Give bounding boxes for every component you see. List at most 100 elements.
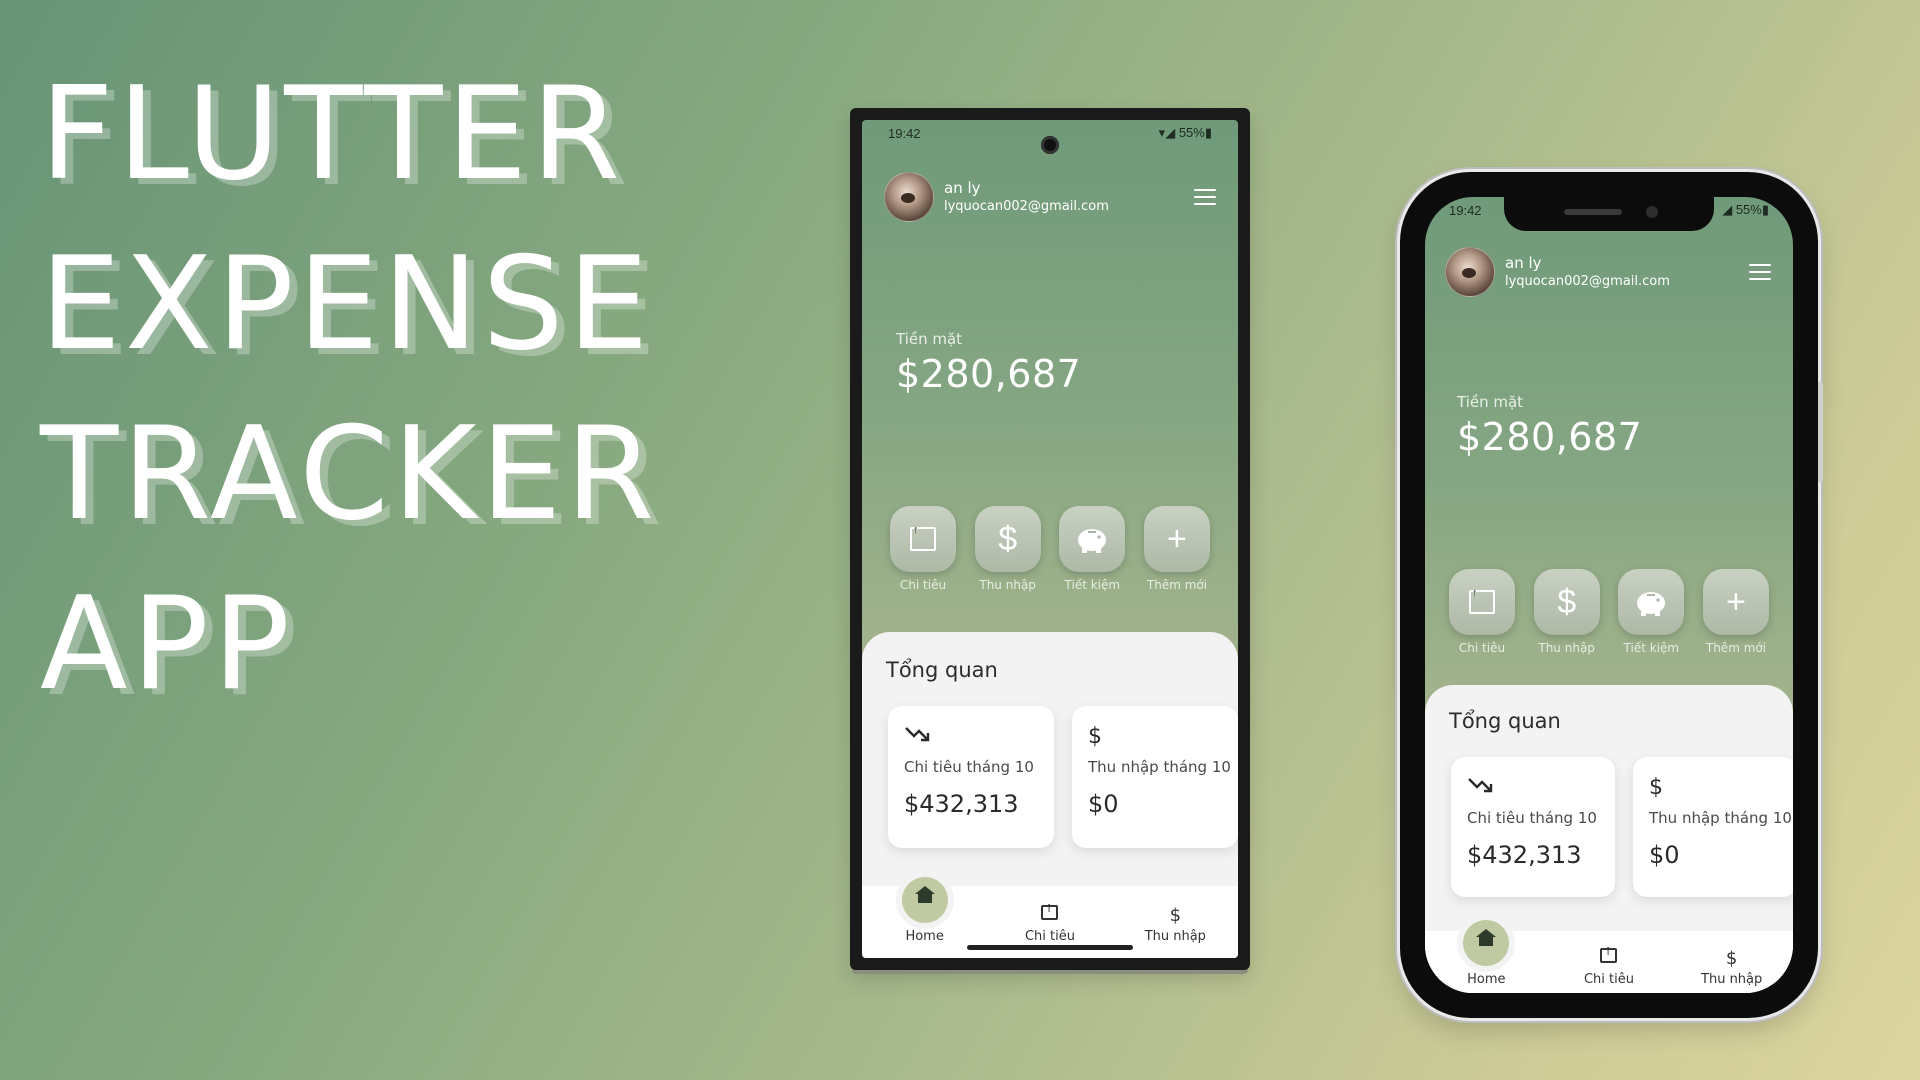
overview-panel: Tổng quan Chi tiêu tháng 10 $432,313 $ T… — [862, 632, 1238, 958]
menu-icon[interactable] — [1194, 189, 1216, 205]
balance-label: Tiền mặt — [896, 330, 963, 348]
hero-title-line: EXPENSE — [40, 230, 653, 379]
action-savings[interactable]: Tiết kiệm — [1616, 569, 1686, 655]
home-indicator[interactable] — [967, 945, 1133, 950]
user-info: an ly lyquocan002@gmail.com — [944, 178, 1109, 216]
app-screen: 19:42 ◢ 55%▮ an ly lyquocan002@gmail.com… — [1425, 197, 1793, 993]
action-savings[interactable]: Tiết kiệm — [1057, 506, 1127, 592]
status-battery: ▾◢ 55%▮ — [1158, 125, 1212, 140]
nav-label: Chi tiêu — [1583, 972, 1634, 987]
bottom-nav: Home Chi tiêu $ Thu nhập — [1425, 920, 1793, 993]
action-label: Thu nhập — [1538, 641, 1595, 655]
card-label: Chi tiêu tháng 10 — [1467, 809, 1597, 827]
action-label: Chi tiêu — [899, 578, 947, 592]
overview-panel: Tổng quan Chi tiêu tháng 10 $432,313 $ T… — [1425, 685, 1793, 993]
card-label: Thu nhập tháng 10 — [1088, 758, 1231, 776]
card-label: Chi tiêu tháng 10 — [904, 758, 1034, 776]
action-expense[interactable]: Chi tiêu — [1447, 569, 1517, 655]
status-time: 19:42 — [1449, 202, 1482, 218]
user-email: lyquocan002@gmail.com — [1505, 274, 1670, 289]
card-value: $0 — [1649, 841, 1680, 869]
nav-item-expense[interactable]: Chi tiêu — [1000, 902, 1100, 944]
plus-icon: + — [1143, 506, 1210, 572]
action-label: Chi tiêu — [1458, 641, 1506, 655]
hero-title: FLUTTER EXPENSE TRACKER APP — [40, 50, 658, 730]
side-button — [1818, 382, 1823, 482]
nav-label: Thu nhập — [1144, 929, 1206, 944]
nav-label: Chi tiêu — [1024, 929, 1075, 944]
trending-down-icon — [1467, 775, 1599, 805]
piggy-bank-icon — [1059, 506, 1126, 572]
nav-label: Thu nhập — [1701, 972, 1763, 987]
action-label: Tiết kiệm — [1064, 578, 1121, 592]
avatar[interactable] — [884, 172, 934, 222]
action-income[interactable]: $ Thu nhập — [1532, 569, 1602, 655]
dollar-icon: $ — [1725, 948, 1738, 969]
action-label: Thêm mới — [1705, 641, 1767, 655]
dollar-icon: $ — [1088, 724, 1102, 749]
menu-icon[interactable] — [1749, 264, 1771, 280]
card-value: $432,313 — [1467, 841, 1582, 869]
nav-item-home[interactable]: Home — [875, 877, 975, 944]
nav-item-home[interactable]: Home — [1436, 920, 1536, 987]
balance-section: Tiền mặt $280,687 — [896, 330, 1081, 396]
balance-label: Tiền mặt — [1457, 393, 1524, 411]
quick-actions: Chi tiêu $ Thu nhập Tiết kiệm + Thêm mới — [1447, 569, 1771, 655]
nav-label: Home — [1467, 972, 1506, 987]
card-monthly-expense[interactable]: Chi tiêu tháng 10 $432,313 — [888, 706, 1054, 848]
nav-label: Home — [905, 929, 944, 944]
hero-title-line: APP — [40, 570, 294, 719]
tray-upload-icon — [1449, 569, 1515, 635]
dollar-icon: $ — [1649, 775, 1663, 800]
quick-actions: Chi tiêu $ Thu nhập Tiết kiệm + Thêm mới — [888, 506, 1212, 592]
dollar-icon: $ — [1533, 569, 1600, 635]
user-name: an ly — [1505, 254, 1542, 272]
action-income[interactable]: $ Thu nhập — [973, 506, 1043, 592]
app-screen: 19:42 ▾◢ 55%▮ an ly lyquocan002@gmail.co… — [862, 120, 1238, 958]
user-header: an ly lyquocan002@gmail.com — [884, 172, 1216, 222]
tray-upload-icon — [1559, 945, 1659, 972]
balance-value: $280,687 — [1457, 415, 1643, 459]
action-label: Thu nhập — [979, 578, 1036, 592]
action-add-new[interactable]: + Thêm mới — [1142, 506, 1212, 592]
notch — [1504, 197, 1714, 231]
action-add-new[interactable]: + Thêm mới — [1701, 569, 1771, 655]
hero-title-line: FLUTTER — [40, 60, 625, 209]
card-value: $432,313 — [904, 790, 1019, 818]
dollar-icon: $ — [1169, 905, 1182, 926]
piggy-bank-icon — [1618, 569, 1685, 635]
nav-item-expense[interactable]: Chi tiêu — [1559, 945, 1659, 987]
phone-mockup-android: 19:42 ▾◢ 55%▮ an ly lyquocan002@gmail.co… — [850, 108, 1250, 970]
plus-icon: + — [1702, 569, 1769, 635]
avatar[interactable] — [1445, 247, 1495, 297]
hero-title-line: TRACKER — [40, 400, 659, 549]
action-label: Thêm mới — [1146, 578, 1208, 592]
card-label: Thu nhập tháng 10 — [1649, 809, 1792, 827]
action-label: Tiết kiệm — [1623, 641, 1680, 655]
nav-item-income[interactable]: $ Thu nhập — [1125, 905, 1225, 944]
camera-hole — [1041, 136, 1059, 154]
user-email: lyquocan002@gmail.com — [944, 199, 1109, 214]
card-monthly-expense[interactable]: Chi tiêu tháng 10 $432,313 — [1451, 757, 1615, 897]
user-header: an ly lyquocan002@gmail.com — [1445, 247, 1771, 297]
trending-down-icon — [904, 724, 1038, 754]
card-monthly-income[interactable]: $ Thu nhập tháng 10 $0 — [1072, 706, 1238, 848]
dollar-icon: $ — [974, 506, 1041, 572]
user-name: an ly — [944, 179, 981, 197]
user-info: an ly lyquocan002@gmail.com — [1505, 253, 1670, 291]
overview-title: Tổng quan — [886, 658, 998, 682]
action-expense[interactable]: Chi tiêu — [888, 506, 958, 592]
card-monthly-income[interactable]: $ Thu nhập tháng 10 $0 — [1633, 757, 1793, 897]
home-icon — [1463, 920, 1510, 966]
overview-title: Tổng quan — [1449, 709, 1561, 733]
status-battery: ◢ 55%▮ — [1722, 202, 1769, 217]
overview-cards: Chi tiêu tháng 10 $432,313 $ Thu nhập th… — [1451, 757, 1793, 897]
card-value: $0 — [1088, 790, 1119, 818]
nav-item-income[interactable]: $ Thu nhập — [1682, 948, 1782, 987]
overview-cards: Chi tiêu tháng 10 $432,313 $ Thu nhập th… — [888, 706, 1238, 848]
tray-upload-icon — [1000, 902, 1100, 929]
home-icon — [901, 877, 948, 923]
status-time: 19:42 — [888, 125, 921, 141]
balance-section: Tiền mặt $280,687 — [1457, 393, 1642, 459]
balance-value: $280,687 — [896, 352, 1082, 396]
